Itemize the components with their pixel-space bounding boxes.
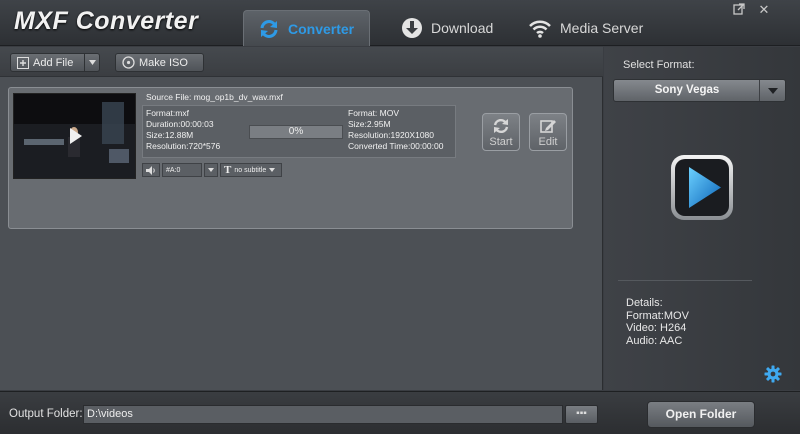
add-file-label: Add File: [33, 56, 74, 69]
open-folder-button[interactable]: Open Folder: [647, 401, 755, 428]
format-select-value: Sony Vegas: [654, 84, 720, 96]
file-item[interactable]: Source File: mog_op1b_dv_wav.mxf Format:…: [8, 87, 573, 229]
file-list-area: Add File Make ISO Source File: mog_op1b_…: [0, 47, 603, 390]
chevron-down-icon: [767, 87, 778, 94]
footer-bar: Output Folder: D:\videos ▪▪▪ Open Folder: [0, 391, 800, 434]
select-format-label: Select Format:: [623, 59, 695, 71]
volume-button[interactable]: [142, 163, 160, 177]
chevron-down-icon: [208, 168, 214, 172]
download-icon: [402, 18, 422, 38]
audio-track-value: #A:0: [166, 166, 181, 174]
close-icon[interactable]: ✕: [756, 3, 772, 17]
target-format: Format: MOV: [348, 108, 400, 118]
target-size: Size:2.95M: [348, 119, 391, 129]
edit-icon: [540, 119, 556, 133]
progress-bar: 0%: [249, 125, 343, 139]
source-format: Format:mxf: [146, 108, 189, 118]
subtitle-value: no subtitle: [234, 166, 267, 174]
add-file-icon: [17, 56, 29, 69]
popout-icon[interactable]: [731, 3, 747, 17]
details-audio: Audio: AAC: [626, 334, 683, 347]
chevron-down-icon: [88, 60, 96, 65]
make-iso-button[interactable]: Make ISO: [115, 53, 204, 72]
refresh-icon: [493, 118, 509, 133]
disc-icon: [122, 56, 135, 69]
add-file-button[interactable]: Add File: [10, 53, 100, 72]
start-label: Start: [489, 135, 513, 148]
format-select[interactable]: Sony Vegas: [613, 79, 786, 102]
source-resolution: Resolution:720*576: [146, 141, 221, 151]
audio-track-select[interactable]: #A:0: [162, 163, 202, 177]
output-folder-input[interactable]: D:\videos: [83, 405, 563, 424]
format-dropdown-arrow[interactable]: [759, 80, 785, 101]
gear-icon[interactable]: [764, 365, 782, 383]
add-file-dropdown[interactable]: [84, 54, 99, 71]
source-duration: Duration:00:00:03: [146, 119, 214, 129]
details-video: Video: H264: [626, 322, 687, 334]
chevron-down-icon: [269, 168, 276, 172]
tab-label: Converter: [288, 20, 355, 37]
edit-button[interactable]: Edit: [529, 113, 567, 151]
make-iso-label: Make ISO: [139, 56, 188, 69]
refresh-icon: [260, 19, 278, 38]
converted-time: Converted Time:00:00:00: [348, 141, 444, 151]
track-controls: #A:0 T no subtitle: [142, 163, 282, 177]
format-details: Details: Format:MOV Video: H264 Audio: A…: [626, 297, 689, 347]
text-icon: T: [224, 164, 232, 176]
details-title: Details:: [626, 297, 663, 309]
source-size: Size:12.88M: [146, 130, 194, 140]
play-icon[interactable]: [69, 127, 83, 145]
wifi-icon: [529, 20, 551, 38]
start-button[interactable]: Start: [482, 113, 520, 151]
progress-text: 0%: [288, 126, 304, 137]
target-resolution: Resolution:1920X1080: [348, 130, 435, 140]
format-panel: Select Format: Sony Vegas Details: Forma…: [604, 47, 800, 390]
tab-label: Media Server: [560, 20, 644, 36]
output-folder-label: Output Folder:: [9, 408, 83, 420]
edit-label: Edit: [538, 135, 558, 148]
details-format: Format:MOV: [626, 309, 689, 322]
divider: [618, 280, 752, 281]
tab-media-server[interactable]: Media Server: [514, 10, 657, 46]
sony-vegas-icon: [671, 155, 733, 220]
speaker-icon: [146, 165, 155, 175]
tab-label: Download: [431, 20, 494, 36]
browse-button[interactable]: ▪▪▪: [565, 405, 598, 424]
tab-download[interactable]: Download: [387, 10, 507, 46]
app-title: MXF Converter: [14, 7, 199, 35]
subtitle-select[interactable]: T no subtitle: [220, 163, 282, 177]
audio-track-dropdown[interactable]: [204, 163, 218, 177]
title-bar: MXF Converter Converter Download Media S…: [0, 0, 800, 46]
toolbar: Add File Make ISO: [0, 47, 603, 77]
tab-converter[interactable]: Converter: [243, 10, 370, 46]
video-thumbnail[interactable]: [13, 93, 136, 179]
source-file-name: Source File: mog_op1b_dv_wav.mxf: [146, 92, 283, 102]
